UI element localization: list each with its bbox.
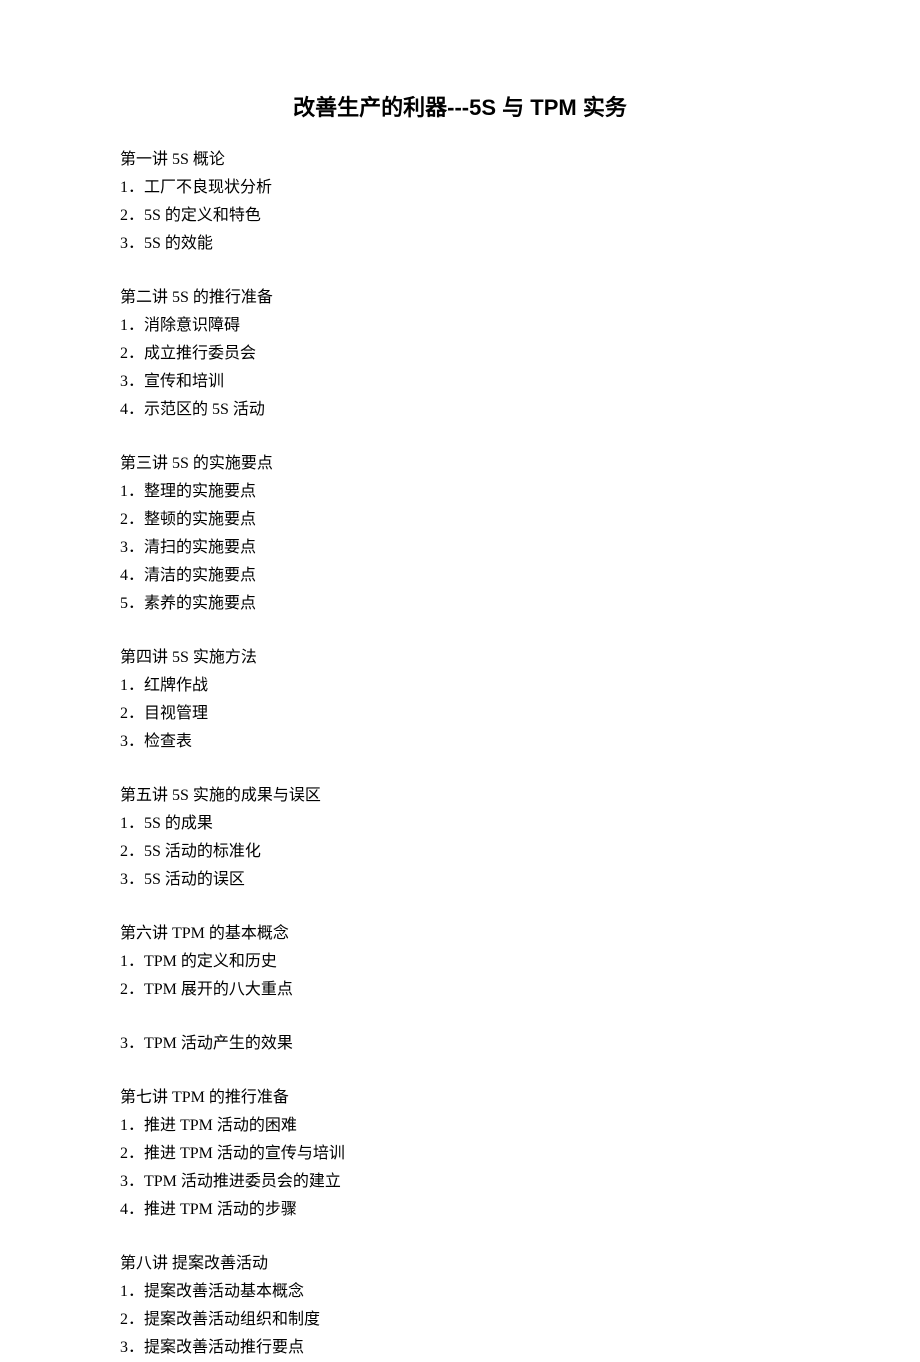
list-item: 3．TPM 活动产生的效果 [120, 1030, 800, 1058]
section: 第七讲 TPM 的推行准备1．推进 TPM 活动的困难2．推进 TPM 活动的宣… [120, 1084, 800, 1224]
list-item: 2．目视管理 [120, 700, 800, 728]
list-item: 3．宣传和培训 [120, 368, 800, 396]
section: 第四讲 5S 实施方法1．红牌作战2．目视管理3．检查表 [120, 644, 800, 756]
list-item: 3．5S 活动的误区 [120, 866, 800, 894]
list-item: 2．5S 活动的标准化 [120, 838, 800, 866]
list-item: 1．整理的实施要点 [120, 478, 800, 506]
document-body: 第一讲 5S 概论1．工厂不良现状分析2．5S 的定义和特色3．5S 的效能第二… [120, 146, 800, 1362]
section-heading: 第五讲 5S 实施的成果与误区 [120, 782, 800, 810]
list-item: 1．TPM 的定义和历史 [120, 948, 800, 976]
section-heading: 第八讲 提案改善活动 [120, 1250, 800, 1278]
section-heading: 第六讲 TPM 的基本概念 [120, 920, 800, 948]
list-item: 2．提案改善活动组织和制度 [120, 1306, 800, 1334]
section: 第六讲 TPM 的基本概念1．TPM 的定义和历史2．TPM 展开的八大重点 3．… [120, 920, 800, 1058]
list-item: 1．5S 的成果 [120, 810, 800, 838]
section: 第八讲 提案改善活动1．提案改善活动基本概念2．提案改善活动组织和制度3．提案改… [120, 1250, 800, 1362]
list-item: 3．TPM 活动推进委员会的建立 [120, 1168, 800, 1196]
list-item: 3．5S 的效能 [120, 230, 800, 258]
list-item: 4．推进 TPM 活动的步骤 [120, 1196, 800, 1224]
list-item: 1．红牌作战 [120, 672, 800, 700]
list-item: 3．提案改善活动推行要点 [120, 1334, 800, 1362]
section: 第一讲 5S 概论1．工厂不良现状分析2．5S 的定义和特色3．5S 的效能 [120, 146, 800, 258]
list-item: 2．5S 的定义和特色 [120, 202, 800, 230]
section: 第二讲 5S 的推行准备1．消除意识障碍2．成立推行委员会3．宣传和培训4．示范… [120, 284, 800, 424]
list-item: 3．清扫的实施要点 [120, 534, 800, 562]
list-item: 4．清洁的实施要点 [120, 562, 800, 590]
list-item: 1．消除意识障碍 [120, 312, 800, 340]
list-item: 5．素养的实施要点 [120, 590, 800, 618]
document-title: 改善生产的利器---5S 与 TPM 实务 [120, 90, 800, 122]
list-item: 2．推进 TPM 活动的宣传与培训 [120, 1140, 800, 1168]
section-heading: 第二讲 5S 的推行准备 [120, 284, 800, 312]
section: 第三讲 5S 的实施要点1．整理的实施要点2．整顿的实施要点3．清扫的实施要点4… [120, 450, 800, 618]
list-item: 1．工厂不良现状分析 [120, 174, 800, 202]
section-heading: 第三讲 5S 的实施要点 [120, 450, 800, 478]
list-item: 1．推进 TPM 活动的困难 [120, 1112, 800, 1140]
list-item: 4．示范区的 5S 活动 [120, 396, 800, 424]
section-heading: 第四讲 5S 实施方法 [120, 644, 800, 672]
list-item: 2．TPM 展开的八大重点 [120, 976, 800, 1004]
section-heading: 第七讲 TPM 的推行准备 [120, 1084, 800, 1112]
section: 第五讲 5S 实施的成果与误区1．5S 的成果2．5S 活动的标准化3．5S 活… [120, 782, 800, 894]
list-item: 2．成立推行委员会 [120, 340, 800, 368]
list-item: 2．整顿的实施要点 [120, 506, 800, 534]
section-heading: 第一讲 5S 概论 [120, 146, 800, 174]
list-item: 3．检查表 [120, 728, 800, 756]
